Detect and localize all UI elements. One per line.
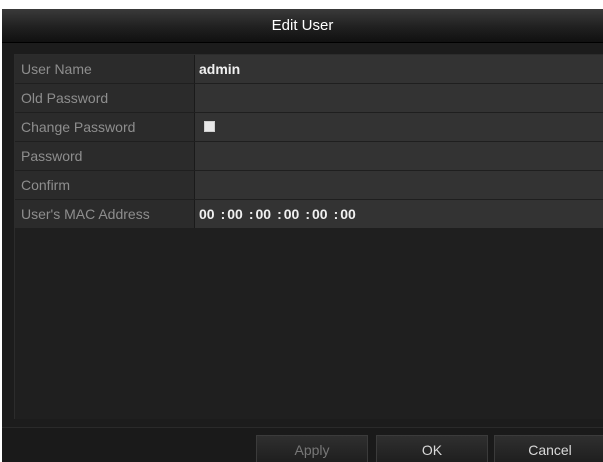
mac-separator: : xyxy=(305,206,310,222)
mac-octet-4[interactable]: 00 xyxy=(284,200,300,228)
password-label: Password xyxy=(15,142,195,170)
dialog-title: Edit User xyxy=(2,9,603,43)
mac-octet-1[interactable]: 00 xyxy=(199,200,215,228)
password-field[interactable] xyxy=(195,142,603,170)
mac-octet-2[interactable]: 00 xyxy=(227,200,243,228)
cancel-button[interactable]: Cancel xyxy=(494,435,603,462)
change-password-checkbox[interactable] xyxy=(204,121,215,132)
mac-separator: : xyxy=(248,206,254,222)
mac-address-octets: 00 : 00 : 00 : 00 : 00 : 00 xyxy=(199,200,603,228)
mac-octet-3[interactable]: 00 xyxy=(256,200,272,228)
row-user-name: User Name admin xyxy=(15,55,603,83)
apply-button[interactable]: Apply xyxy=(256,435,368,462)
row-mac-address: User's MAC Address 00 : 00 : 00 : 00 : 0… xyxy=(15,200,603,228)
edit-user-dialog: Edit User User Name admin Old Password C… xyxy=(2,9,603,462)
form-panel: User Name admin Old Password Change Pass… xyxy=(14,54,603,419)
mac-octet-6[interactable]: 00 xyxy=(340,200,356,228)
user-name-label: User Name xyxy=(15,55,195,83)
row-confirm: Confirm xyxy=(15,171,603,199)
row-old-password: Old Password xyxy=(15,84,603,112)
row-change-password: Change Password xyxy=(15,113,603,141)
old-password-field[interactable] xyxy=(195,84,603,112)
row-password: Password xyxy=(15,142,603,170)
old-password-label: Old Password xyxy=(15,84,195,112)
mac-separator: : xyxy=(333,206,339,222)
mac-separator: : xyxy=(220,206,226,222)
button-bar: Apply OK Cancel xyxy=(2,427,603,462)
ok-button[interactable]: OK xyxy=(376,435,488,462)
change-password-label: Change Password xyxy=(15,113,195,141)
mac-separator: : xyxy=(277,206,282,222)
confirm-password-field[interactable] xyxy=(195,171,603,199)
confirm-label: Confirm xyxy=(15,171,195,199)
mac-address-field[interactable]: 00 : 00 : 00 : 00 : 00 : 00 xyxy=(195,200,603,228)
mac-address-label: User's MAC Address xyxy=(15,200,195,228)
mac-octet-5[interactable]: 00 xyxy=(312,200,328,228)
change-password-cell xyxy=(195,113,603,141)
user-name-field[interactable]: admin xyxy=(195,55,603,83)
